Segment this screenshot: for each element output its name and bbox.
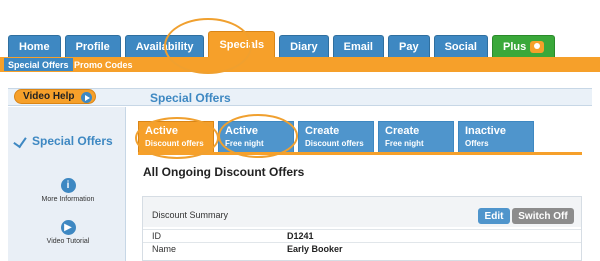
subtab-special-offers-label: Special Offers bbox=[8, 59, 69, 70]
video-help-label: Video Help bbox=[23, 91, 75, 102]
sidebar-item-label: Video Tutorial bbox=[46, 238, 90, 245]
subtab-promo-codes-label: Promo Codes bbox=[74, 59, 133, 70]
switch-off-button[interactable]: Switch Off bbox=[512, 208, 574, 224]
discount-summary-label: Discount Summary bbox=[152, 210, 229, 220]
highlight-ring bbox=[135, 117, 219, 159]
tab-subtitle: Free night offers bbox=[385, 139, 424, 160]
highlight-ring bbox=[218, 114, 298, 158]
sidebar-title: Special Offers bbox=[14, 134, 113, 148]
tab-title: Inactive bbox=[465, 125, 506, 137]
tab-title: Create bbox=[305, 125, 340, 137]
video-icon: ▶ bbox=[60, 220, 76, 235]
tab-diary[interactable]: Diary bbox=[279, 35, 329, 57]
tab-create-discount-offers[interactable]: Create Discount offers bbox=[298, 121, 374, 152]
table-row: Name Early Booker bbox=[143, 242, 581, 255]
video-help-button[interactable]: Video Help bbox=[14, 89, 96, 104]
tab-title: Create bbox=[385, 125, 420, 137]
row-key: Name bbox=[152, 244, 177, 254]
tab-profile-label: Profile bbox=[75, 40, 110, 53]
top-nav: Home Profile Availability Specials Diary… bbox=[0, 0, 600, 58]
info-icon: i bbox=[60, 178, 76, 193]
tab-subtitle: Offers bbox=[465, 139, 489, 148]
subtab-special-offers[interactable]: Special Offers bbox=[4, 58, 73, 71]
tab-plus[interactable]: Plus bbox=[491, 35, 556, 57]
arrow-icon bbox=[14, 135, 26, 147]
tab-profile[interactable]: Profile bbox=[64, 35, 121, 57]
plus-badge-icon bbox=[530, 40, 545, 53]
tab-inactive-offers[interactable]: Inactive Offers bbox=[458, 121, 534, 152]
table-row: ID D1241 bbox=[143, 229, 581, 242]
tab-pay[interactable]: Pay bbox=[388, 35, 430, 57]
tab-diary-label: Diary bbox=[290, 40, 318, 53]
highlight-ring bbox=[164, 18, 252, 74]
tab-pay-label: Pay bbox=[399, 40, 419, 53]
edit-button[interactable]: Edit bbox=[478, 208, 510, 224]
sidebar-item-video-tutorial[interactable]: ▶ Video Tutorial bbox=[28, 220, 108, 245]
row-value: Early Booker bbox=[287, 244, 343, 254]
section-title: All Ongoing Discount Offers bbox=[143, 165, 305, 179]
row-value: D1241 bbox=[287, 231, 314, 241]
main-nav-tabs: Home Profile Availability Specials Diary… bbox=[8, 31, 559, 57]
sidebar-title-label: Special Offers bbox=[32, 134, 113, 148]
sub-nav: Special Offers Promo Codes bbox=[0, 57, 600, 72]
tab-social[interactable]: Social bbox=[433, 35, 488, 57]
tab-plus-label: Plus bbox=[502, 40, 527, 53]
tab-social-label: Social bbox=[444, 40, 477, 53]
tab-home-label: Home bbox=[19, 40, 50, 53]
tab-create-free-night-offers[interactable]: Create Free night offers bbox=[378, 121, 454, 160]
tab-home[interactable]: Home bbox=[8, 35, 61, 57]
subtab-promo-codes[interactable]: Promo Codes bbox=[70, 58, 137, 71]
page-title: Special Offers bbox=[150, 91, 231, 105]
row-key: ID bbox=[152, 231, 161, 241]
tab-email-label: Email bbox=[343, 40, 373, 53]
sidebar-item-label: More Information bbox=[41, 196, 95, 203]
tab-subtitle: Discount offers bbox=[305, 139, 364, 148]
play-icon bbox=[81, 92, 92, 103]
sidebar-item-more-information[interactable]: i More Information bbox=[28, 178, 108, 203]
tab-email[interactable]: Email bbox=[332, 35, 384, 57]
